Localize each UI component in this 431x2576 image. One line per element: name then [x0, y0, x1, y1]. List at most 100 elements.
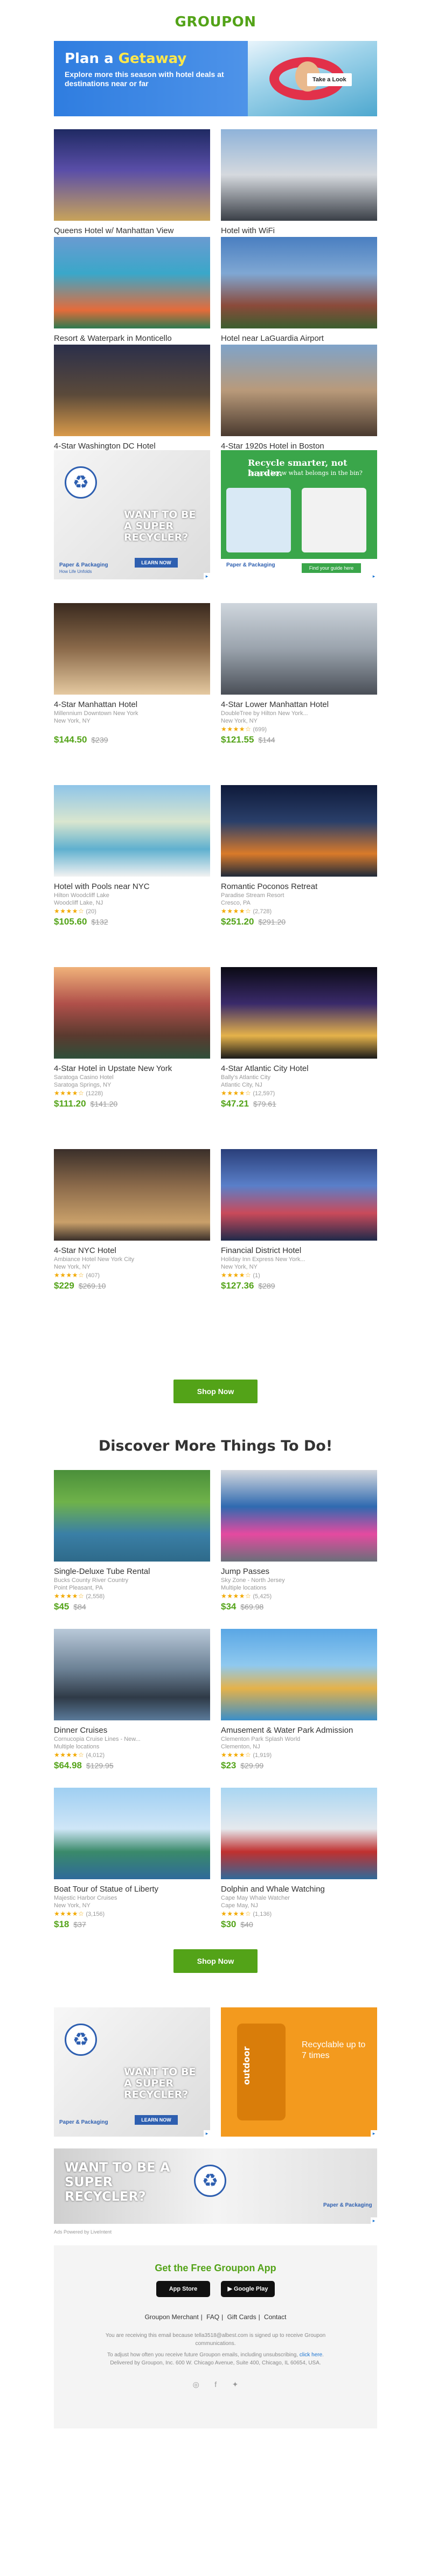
deal-card[interactable]: Hotel with Pools near NYC Hilton Woodclif…	[54, 785, 210, 927]
deal-title[interactable]: Hotel with Pools near NYC	[54, 882, 210, 892]
deal-location: New York, NY	[54, 718, 91, 724]
deal-card[interactable]: 4-Star Lower Manhattan Hotel DoubleTree b…	[221, 603, 377, 745]
social-icons: ◎ f ✦	[54, 2380, 377, 2390]
deal-title[interactable]: Boat Tour of Statue of Liberty	[54, 1885, 210, 1894]
hero-cta-button[interactable]: Take a Look	[307, 73, 352, 86]
google-play-button[interactable]: ▶ Google Play	[221, 2281, 275, 2297]
deal-image[interactable]	[221, 237, 377, 328]
ad-super-recycler-2[interactable]: ♻ WANT TO BE A SUPER RECYCLER? LEARN NOW…	[54, 2007, 210, 2137]
hero-banner[interactable]: Plan a Getaway Explore more this season …	[54, 41, 377, 116]
ad-guide-button[interactable]: Find your guide here	[302, 563, 361, 573]
deal-original-price: $132	[91, 918, 108, 926]
deal-card[interactable]: Romantic Poconos Retreat Paradise Stream …	[221, 785, 377, 927]
ad-learn-button[interactable]: LEARN NOW	[135, 558, 178, 568]
deal-title[interactable]: Hotel near LaGuardia Airport	[221, 334, 377, 344]
deal-image[interactable]	[221, 129, 377, 221]
deal-price: $45	[54, 1601, 69, 1612]
deal-card[interactable]: Financial District Hotel Holiday Inn Expr…	[221, 1149, 377, 1291]
powered-by-text[interactable]: Powered by LiveIntent	[64, 2229, 112, 2235]
ad-choices-icon[interactable]: ▸	[371, 573, 377, 579]
deal-card[interactable]: Dinner Cruises Cornucopia Cruise Lines - …	[54, 1629, 210, 1771]
deal-title[interactable]: Queens Hotel w/ Manhattan View	[54, 226, 210, 236]
deal-location: New York, NY	[221, 718, 258, 724]
deal-title[interactable]: 4-Star Atlantic City Hotel	[221, 1064, 377, 1074]
shop-now-button[interactable]: Shop Now	[173, 1380, 258, 1403]
deal-card[interactable]: Boat Tour of Statue of Liberty Majestic H…	[54, 1788, 210, 1930]
hero-subtitle: Explore more this season with hotel deal…	[65, 70, 224, 88]
ads-by-text: Ads	[54, 2229, 62, 2235]
deal-price: $229	[54, 1280, 74, 1291]
deal-image[interactable]	[54, 1629, 210, 1720]
deal-image[interactable]	[221, 603, 377, 695]
deal-image[interactable]	[221, 1470, 377, 1562]
deal-title[interactable]: Jump Passes	[221, 1567, 377, 1577]
deal-title[interactable]: Hotel with WiFi	[221, 226, 377, 236]
deal-title[interactable]: 4-Star NYC Hotel	[54, 1246, 210, 1256]
deal-title[interactable]: Single-Deluxe Tube Rental	[54, 1567, 210, 1577]
deal-price: $251.20	[221, 916, 254, 927]
deal-merchant: DoubleTree by Hilton New York...	[221, 710, 308, 717]
groupon-logo[interactable]: GROUPON	[54, 14, 377, 30]
ad-choices-icon[interactable]: ▸	[204, 573, 210, 579]
deal-card[interactable]: Amusement & Water Park Admission Clemento…	[221, 1629, 377, 1771]
deal-image[interactable]	[221, 967, 377, 1059]
deal-price-row: $229 $269.10	[54, 1280, 210, 1291]
app-store-button[interactable]: App Store	[156, 2281, 210, 2297]
footer-link-gift-cards[interactable]: Gift Cards	[227, 2313, 256, 2321]
rating-count: (1,919)	[253, 1752, 272, 1759]
deal-image[interactable]	[54, 1788, 210, 1879]
ad-choices-icon[interactable]: ▸	[204, 2130, 210, 2137]
deal-image[interactable]	[54, 967, 210, 1059]
deal-image[interactable]	[54, 785, 210, 877]
deal-card[interactable]: Single-Deluxe Tube Rental Bucks County Ri…	[54, 1470, 210, 1612]
deal-title[interactable]: Amusement & Water Park Admission	[221, 1726, 377, 1735]
deal-title[interactable]: Financial District Hotel	[221, 1246, 377, 1256]
deal-image[interactable]	[54, 1470, 210, 1562]
ad-choices-icon[interactable]: ▸	[371, 2130, 377, 2137]
ad-learn-button[interactable]: LEARN NOW	[135, 2115, 178, 2125]
deal-card[interactable]: 4-Star NYC Hotel Ambiance Hotel New York …	[54, 1149, 210, 1291]
ad-super-recycler[interactable]: ♻ WANT TO BE A SUPER RECYCLER? LEARN NOW…	[54, 450, 210, 579]
deal-card[interactable]: 4-Star Manhattan Hotel Millennium Downtow…	[54, 603, 210, 745]
deal-title[interactable]: Dinner Cruises	[54, 1726, 210, 1735]
ad-recycle-smarter[interactable]: Recycle smarter, not harder. Do you know…	[221, 450, 377, 579]
deal-title[interactable]: Resort & Waterpark in Monticello	[54, 334, 210, 344]
deal-image[interactable]	[54, 345, 210, 436]
deal-location: Cresco, PA	[221, 900, 251, 906]
footer-link-merchant[interactable]: Groupon Merchant	[145, 2313, 199, 2321]
deal-image[interactable]	[221, 1149, 377, 1241]
footer-link-contact[interactable]: Contact	[264, 2313, 286, 2321]
deal-title[interactable]: Romantic Poconos Retreat	[221, 882, 377, 892]
deal-card[interactable]: 4-Star Hotel in Upstate New York Saratoga…	[54, 967, 210, 1109]
deal-image[interactable]	[54, 1149, 210, 1241]
footer-link-faq[interactable]: FAQ	[206, 2313, 219, 2321]
instagram-icon[interactable]: ◎	[193, 2380, 199, 2389]
deal-title[interactable]: 4-Star Manhattan Hotel	[54, 700, 210, 710]
shop-now-button-2[interactable]: Shop Now	[173, 1949, 258, 1973]
deal-card[interactable]: Jump Passes Sky Zone - North Jersey Multip…	[221, 1470, 377, 1612]
ad-outdoor-recyclable[interactable]: outdoor Recyclable up to 7 times ▸	[221, 2007, 377, 2137]
deal-image[interactable]	[54, 603, 210, 695]
deal-title[interactable]: Dolphin and Whale Watching	[221, 1885, 377, 1894]
unsubscribe-link[interactable]: click here	[300, 2352, 322, 2358]
deal-image[interactable]	[54, 129, 210, 221]
deal-title[interactable]: 4-Star Lower Manhattan Hotel	[221, 700, 377, 710]
deal-title[interactable]: 4-Star Hotel in Upstate New York	[54, 1064, 210, 1074]
twitter-icon[interactable]: ✦	[232, 2380, 239, 2389]
deal-original-price: $84	[73, 1602, 86, 1611]
deal-card[interactable]: Dolphin and Whale Watching Cape May Whale…	[221, 1788, 377, 1930]
ad-choices-icon[interactable]: ▸	[371, 2217, 377, 2224]
deal-location: Clementon, NJ	[221, 1744, 260, 1750]
deal-card[interactable]: 4-Star Atlantic City Hotel Bally's Atlant…	[221, 967, 377, 1109]
deal-image[interactable]	[221, 345, 377, 436]
rating-count: (1228)	[86, 1090, 103, 1097]
facebook-icon[interactable]: f	[214, 2380, 217, 2389]
deal-price-row: $251.20 $291.20	[221, 916, 377, 927]
deal-image[interactable]	[221, 1788, 377, 1879]
deal-image[interactable]	[221, 785, 377, 877]
deal-image[interactable]	[54, 237, 210, 328]
ad-super-recycler-wide[interactable]: WANT TO BE A SUPER RECYCLER? ♻ Paper & P…	[54, 2148, 377, 2224]
deal-price: $144.50	[54, 734, 87, 745]
deal-image[interactable]	[221, 1629, 377, 1720]
deal-merchant: Paradise Stream Resort	[221, 892, 284, 899]
